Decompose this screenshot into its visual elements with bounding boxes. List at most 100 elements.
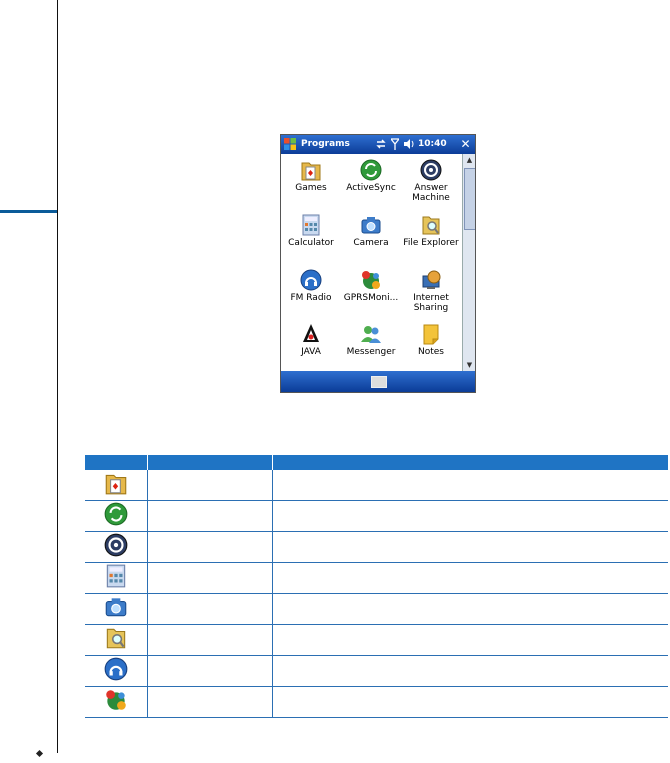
- app-label: Notes: [418, 347, 444, 357]
- name-cell: [147, 686, 273, 718]
- icon-cell: [85, 624, 148, 656]
- name-cell: [147, 593, 273, 625]
- icon-cell: [85, 655, 148, 687]
- soft-key-bar: [281, 371, 475, 392]
- name-cell: [147, 500, 273, 532]
- section-tab-marker: [0, 210, 57, 213]
- fm-radio-icon: [300, 269, 322, 291]
- scroll-thumb[interactable]: [464, 168, 475, 230]
- program-table: [85, 455, 668, 718]
- gprs-monitor-icon: [106, 690, 126, 710]
- windows-start-icon[interactable]: [284, 138, 296, 150]
- header-icon-column: [85, 455, 148, 470]
- header-name-column: [147, 455, 273, 470]
- margin-rule: [57, 0, 58, 753]
- name-cell: [147, 470, 273, 501]
- answer-machine-icon: [104, 533, 128, 557]
- description-cell: [272, 624, 668, 656]
- app-messenger[interactable]: Messenger: [341, 320, 401, 374]
- table-row: [85, 500, 668, 532]
- app-label: Messenger: [346, 347, 396, 357]
- app-camera[interactable]: Camera: [341, 211, 401, 265]
- icon-cell: [85, 500, 148, 532]
- program-grid: Games ActiveSync Answer Machine Calculat…: [281, 154, 462, 371]
- app-label: GPRSMoni...: [343, 293, 399, 303]
- description-cell: [272, 686, 668, 718]
- scroll-up-icon[interactable]: ▲: [463, 154, 475, 166]
- description-cell: [272, 593, 668, 625]
- table-row: [85, 686, 668, 718]
- icon-cell: [85, 562, 148, 594]
- app-label: JAVA: [301, 347, 321, 357]
- app-fm-radio[interactable]: FM Radio: [281, 266, 341, 320]
- camera-icon: [105, 598, 127, 617]
- window-title: Programs: [301, 139, 350, 149]
- games-icon: [105, 474, 127, 495]
- activesync-icon: [360, 159, 382, 181]
- clock[interactable]: 10:40: [418, 139, 447, 149]
- table-row: [85, 624, 668, 656]
- app-label: Calculator: [288, 238, 334, 248]
- table-row: [85, 562, 668, 594]
- fm-radio-icon: [104, 657, 128, 681]
- app-label: ActiveSync: [346, 183, 396, 193]
- description-cell: [272, 655, 668, 687]
- vertical-scrollbar[interactable]: ▲ ▼: [462, 154, 475, 371]
- app-activesync[interactable]: ActiveSync: [341, 156, 401, 210]
- name-cell: [147, 624, 273, 656]
- signal-icon[interactable]: [391, 138, 399, 150]
- app-label: Games: [295, 183, 327, 193]
- java-icon: [303, 324, 319, 342]
- icon-cell: [85, 531, 148, 563]
- icon-cell: [85, 593, 148, 625]
- app-gprs-monitor[interactable]: GPRSMoni...: [341, 266, 401, 320]
- description-cell: [272, 470, 668, 501]
- icon-cell: [85, 470, 148, 501]
- app-answer-machine[interactable]: Answer Machine: [401, 156, 461, 210]
- name-cell: [147, 562, 273, 594]
- app-internet-sharing[interactable]: Internet Sharing: [401, 266, 461, 320]
- file-explorer-icon: [106, 628, 126, 649]
- camera-icon: [361, 217, 381, 234]
- file-explorer-icon: [422, 216, 440, 235]
- description-cell: [272, 500, 668, 532]
- app-label: File Explorer: [403, 238, 459, 248]
- notes-icon: [423, 324, 439, 345]
- scroll-down-icon[interactable]: ▼: [463, 359, 475, 371]
- app-calculator[interactable]: Calculator: [281, 211, 341, 265]
- answer-machine-icon: [420, 159, 442, 181]
- internet-sharing-icon: [422, 270, 441, 289]
- close-icon[interactable]: ✕: [459, 137, 472, 151]
- app-label: Camera: [353, 238, 389, 248]
- keyboard-icon[interactable]: [371, 376, 387, 388]
- calculator-icon: [302, 214, 320, 236]
- connectivity-icon[interactable]: [376, 138, 386, 150]
- calculator-icon: [106, 564, 126, 588]
- app-java[interactable]: JAVA: [281, 320, 341, 374]
- table-row: [85, 531, 668, 563]
- device-screenshot: Programs 10:40 ✕ Games ActiveSync Answer…: [280, 134, 476, 393]
- name-cell: [147, 531, 273, 563]
- volume-icon[interactable]: [403, 138, 415, 150]
- table-row: [85, 470, 668, 501]
- app-games[interactable]: Games: [281, 156, 341, 210]
- activesync-icon: [104, 502, 128, 526]
- games-icon: [301, 162, 321, 181]
- header-description-column: [272, 455, 668, 470]
- footer-bullet: [35, 749, 44, 758]
- gprs-monitor-icon: [362, 271, 380, 289]
- name-cell: [147, 655, 273, 687]
- app-file-explorer[interactable]: File Explorer: [401, 211, 461, 265]
- description-cell: [272, 531, 668, 563]
- messenger-icon: [361, 326, 381, 343]
- app-notes[interactable]: Notes: [401, 320, 461, 374]
- icon-cell: [85, 686, 148, 718]
- description-cell: [272, 562, 668, 594]
- app-label: FM Radio: [290, 293, 332, 303]
- title-bar: Programs 10:40 ✕: [281, 135, 475, 154]
- app-label: Internet Sharing: [413, 293, 449, 313]
- app-label: Answer Machine: [412, 183, 450, 203]
- table-row: [85, 593, 668, 625]
- table-row: [85, 655, 668, 687]
- table-header-row: [85, 455, 668, 470]
